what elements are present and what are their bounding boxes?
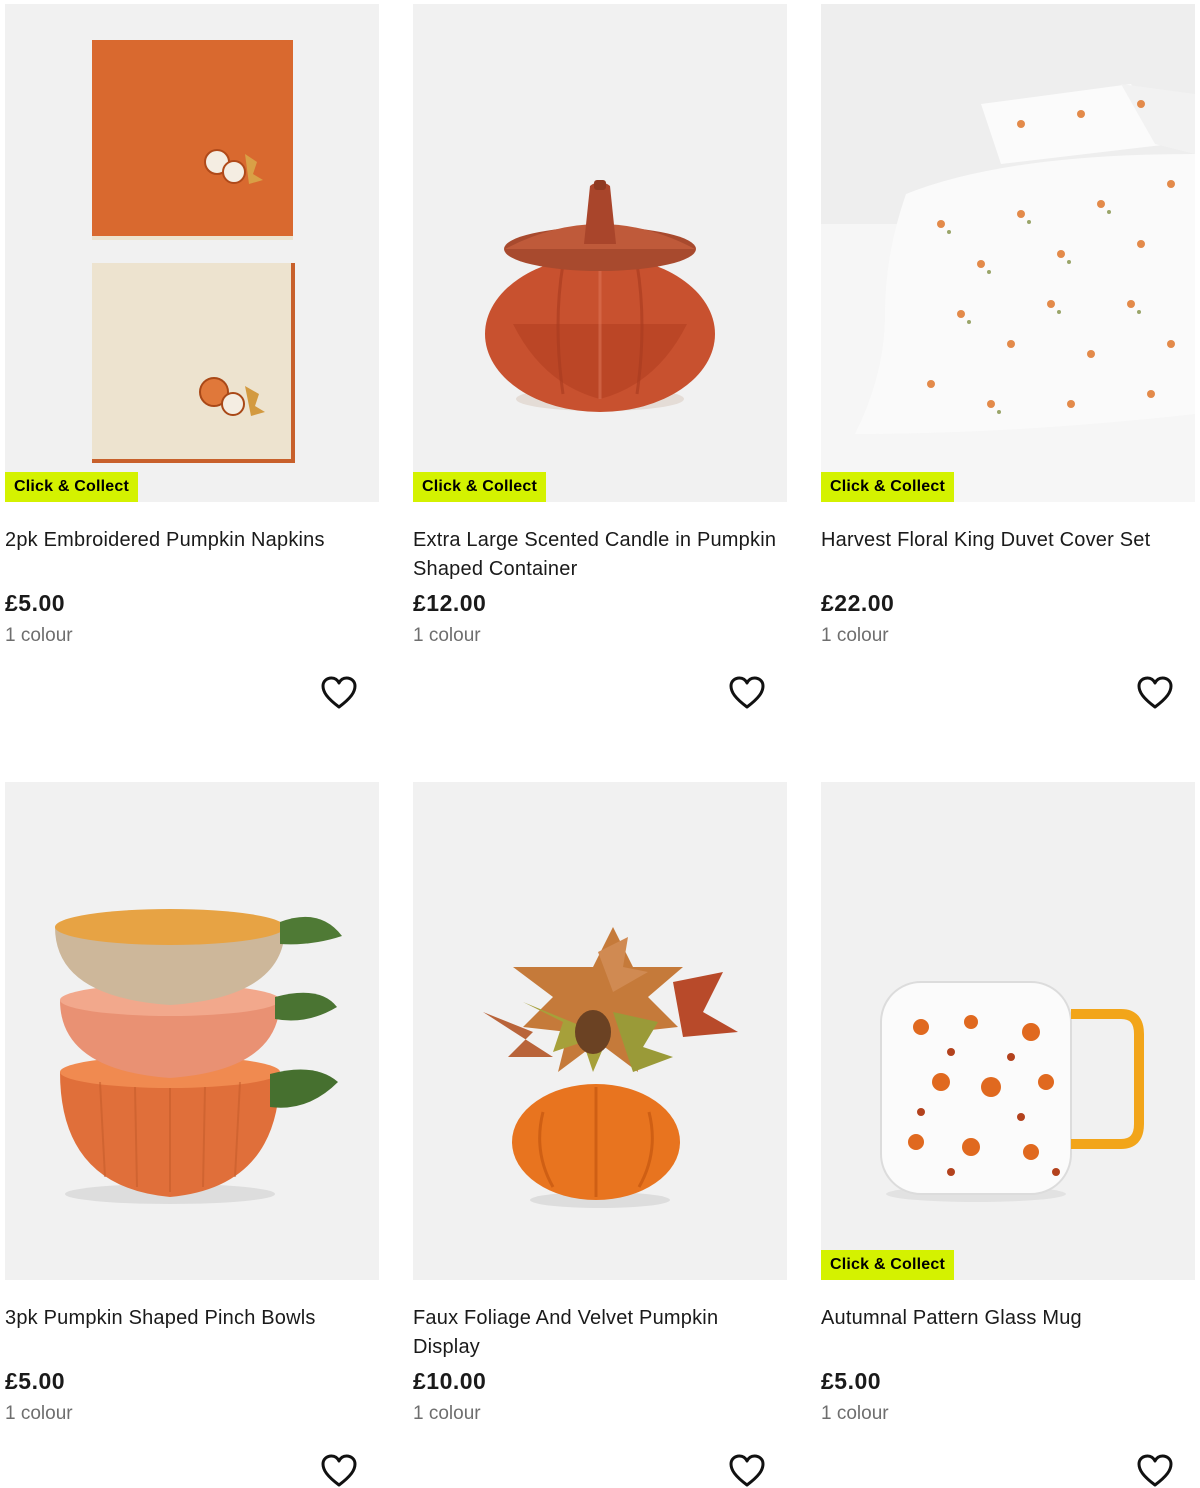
- product-card[interactable]: Click & Collect Extra Large Scented Cand…: [413, 4, 787, 709]
- wishlist-heart-icon[interactable]: [1137, 1454, 1173, 1488]
- wishlist-heart-icon[interactable]: [321, 676, 357, 710]
- product-image[interactable]: Click & Collect: [413, 4, 787, 502]
- product-price: £12.00: [413, 590, 487, 616]
- wishlist-heart-icon[interactable]: [729, 1454, 765, 1488]
- click-collect-badge: Click & Collect: [413, 472, 547, 502]
- product-card[interactable]: Click & Collect Autumnal Pattern Glass M…: [821, 782, 1195, 1487]
- product-colour-count: 1 colour: [5, 1403, 73, 1424]
- product-card[interactable]: Faux Foliage And Velvet Pumpkin Display …: [413, 782, 787, 1487]
- mug-image: [880, 981, 1144, 1202]
- wishlist-heart-icon[interactable]: [729, 676, 765, 710]
- product-colour-count: 1 colour: [821, 625, 889, 646]
- product-image[interactable]: [5, 782, 379, 1280]
- duvet-image: [821, 4, 1195, 502]
- product-name[interactable]: Extra Large Scented Candle in Pumpkin Sh…: [413, 526, 787, 584]
- napkins-image: [92, 40, 295, 463]
- product-card[interactable]: Click & Collect 2pk Embroidered Pumpkin …: [5, 4, 379, 709]
- product-image[interactable]: Click & Collect: [821, 4, 1195, 502]
- click-collect-badge: Click & Collect: [821, 1250, 955, 1280]
- product-card[interactable]: Click & Collect Harvest Floral King Duve…: [821, 4, 1195, 709]
- product-card[interactable]: 3pk Pumpkin Shaped Pinch Bowls £5.00 1 c…: [5, 782, 379, 1487]
- product-colour-count: 1 colour: [5, 625, 73, 646]
- wishlist-heart-icon[interactable]: [321, 1454, 357, 1488]
- product-name[interactable]: Faux Foliage And Velvet Pumpkin Display: [413, 1304, 787, 1362]
- product-colour-count: 1 colour: [413, 1403, 481, 1424]
- product-image[interactable]: [413, 782, 787, 1280]
- product-colour-count: 1 colour: [821, 1403, 889, 1424]
- bowls-image: [55, 909, 342, 1204]
- pumpkin-display-image: [483, 927, 738, 1208]
- product-price: £5.00: [821, 1368, 882, 1394]
- product-image[interactable]: Click & Collect: [821, 782, 1195, 1280]
- click-collect-badge: Click & Collect: [821, 472, 955, 502]
- product-name[interactable]: Autumnal Pattern Glass Mug: [821, 1304, 1195, 1333]
- wishlist-heart-icon[interactable]: [1137, 676, 1173, 710]
- product-name[interactable]: 2pk Embroidered Pumpkin Napkins: [5, 526, 379, 555]
- product-image[interactable]: Click & Collect: [5, 4, 379, 502]
- product-price: £5.00: [5, 590, 66, 616]
- product-name[interactable]: 3pk Pumpkin Shaped Pinch Bowls: [5, 1304, 379, 1333]
- product-price: £22.00: [821, 590, 895, 616]
- product-colour-count: 1 colour: [413, 625, 481, 646]
- product-name[interactable]: Harvest Floral King Duvet Cover Set: [821, 526, 1195, 555]
- click-collect-badge: Click & Collect: [5, 472, 139, 502]
- product-price: £5.00: [5, 1368, 66, 1394]
- candle-image: [485, 180, 715, 412]
- product-price: £10.00: [413, 1368, 487, 1394]
